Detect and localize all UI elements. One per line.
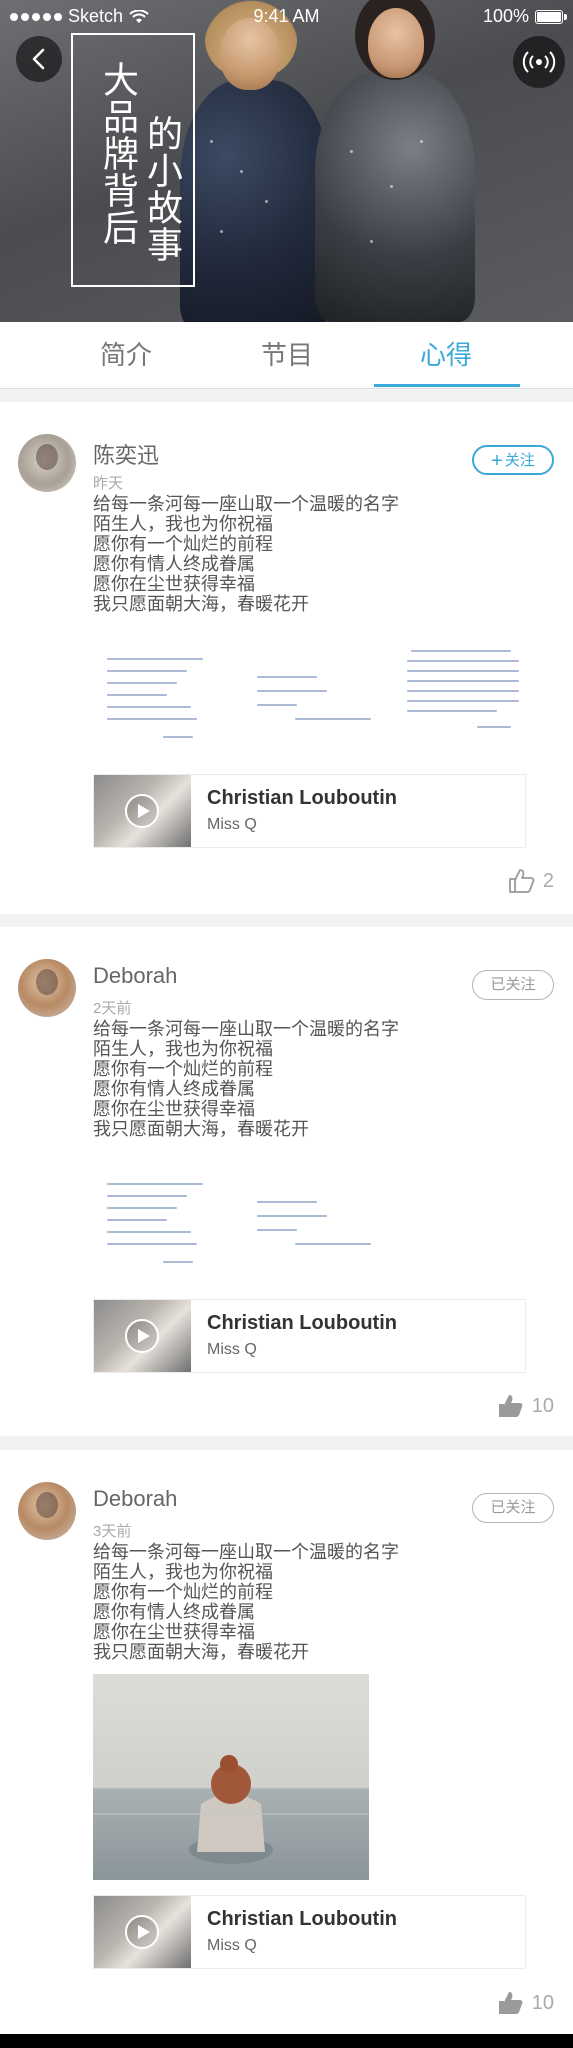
post-text-line: 愿你有一个灿烂的前程 <box>93 1582 273 1602</box>
post-text-line: 我只愿面朝大海，春暖花开 <box>93 1119 309 1139</box>
hero-title-line-2: 的小故事 <box>141 115 182 263</box>
post-photo[interactable] <box>93 1674 369 1880</box>
post-text-line: 给每一条河每一座山取一个温暖的名字 <box>93 494 399 514</box>
like-button[interactable]: 2 <box>507 868 554 894</box>
post-text-line: 陌生人，我也为你祝福 <box>93 514 273 534</box>
media-subtitle: Miss Q <box>207 816 257 833</box>
battery-group: 100% <box>482 6 567 27</box>
post-text-line: 陌生人，我也为你祝福 <box>93 1562 273 1582</box>
bottom-edge-bar <box>0 2034 573 2048</box>
like-button[interactable]: 10 <box>496 1990 554 2016</box>
follow-button[interactable]: + 关注 <box>472 445 554 475</box>
tab-intro[interactable]: 简介 <box>51 322 201 388</box>
hero-title-line-1: 大品牌背后 <box>97 61 138 246</box>
plus-icon: + <box>491 450 503 472</box>
hero-title-box: 大品牌背后 的小故事 <box>71 33 195 287</box>
like-count: 10 <box>531 1991 554 2014</box>
media-thumbnail <box>94 1300 191 1372</box>
hero-photo-model-left <box>180 80 330 322</box>
thumbs-up-filled-icon <box>498 1992 523 2014</box>
media-card[interactable]: Christian Louboutin Miss Q <box>93 1299 526 1373</box>
battery-icon <box>535 9 567 24</box>
play-icon[interactable] <box>124 1318 160 1354</box>
post-text-line: 愿你有情人终成眷属 <box>93 554 255 574</box>
play-icon[interactable] <box>124 793 160 829</box>
tab-programs[interactable]: 节目 <box>212 322 362 388</box>
thumbs-up-outline-icon <box>508 869 535 893</box>
battery-percent: 100% <box>482 6 529 26</box>
media-thumbnail <box>94 775 191 847</box>
post-text-line: 给每一条河每一座山取一个温暖的名字 <box>93 1542 399 1562</box>
media-title: Christian Louboutin <box>207 1908 397 1930</box>
post-text: 给每一条河每一座山取一个温暖的名字 陌生人，我也为你祝福 愿你有一个灿烂的前程 … <box>93 1019 399 1139</box>
post-text-line: 愿你有情人终成眷属 <box>93 1079 255 1099</box>
handwritten-note-image[interactable] <box>93 642 233 754</box>
handwritten-note-image[interactable] <box>245 1167 385 1279</box>
post-card: Deborah 3天前 已关注 给每一条河每一座山取一个温暖的名字 陌生人，我也… <box>0 1450 573 2034</box>
post-text: 给每一条河每一座山取一个温暖的名字 陌生人，我也为你祝福 愿你有一个灿烂的前程 … <box>93 1542 399 1662</box>
thumbs-up-filled-icon <box>498 1395 523 1417</box>
media-title: Christian Louboutin <box>207 1312 397 1334</box>
follow-label: 已关注 <box>490 1499 536 1516</box>
post-time: 昨天 <box>93 475 124 492</box>
media-thumbnail <box>94 1896 191 1968</box>
hero-photo-model-right <box>315 72 475 322</box>
tab-reviews[interactable]: 心得 <box>371 322 521 388</box>
like-count: 2 <box>542 869 554 892</box>
like-count: 10 <box>531 1394 554 1417</box>
post-text-line: 我只愿面朝大海，春暖花开 <box>93 1642 309 1662</box>
handwritten-note-image[interactable] <box>93 1167 233 1279</box>
play-icon[interactable] <box>124 1914 160 1950</box>
status-bar: Sketch 9:41 AM 100% <box>0 0 573 34</box>
post-text-line: 陌生人，我也为你祝福 <box>93 1039 273 1059</box>
handwritten-note-image[interactable] <box>397 642 527 754</box>
hero-banner: Sketch 9:41 AM 100% 大品牌背后 的小故事 <box>0 0 573 322</box>
chevron-left-icon <box>32 48 45 70</box>
media-title: Christian Louboutin <box>207 787 397 809</box>
follow-label: 已关注 <box>490 976 536 993</box>
post-text-line: 给每一条河每一座山取一个温暖的名字 <box>93 1019 399 1039</box>
author-name[interactable]: Deborah <box>93 963 177 989</box>
post-text-line: 愿你有情人终成眷属 <box>93 1602 255 1622</box>
follow-label: 关注 <box>504 452 535 469</box>
tab-active-indicator <box>374 384 520 387</box>
post-text-line: 我只愿面朝大海，春暖花开 <box>93 594 309 614</box>
media-subtitle: Miss Q <box>207 1341 257 1358</box>
post-card: 陈奕迅 昨天 + 关注 给每一条河每一座山取一个温暖的名字 陌生人，我也为你祝福 … <box>0 402 573 914</box>
handwritten-note-image[interactable] <box>245 642 385 754</box>
post-text-line: 愿你在尘世获得幸福 <box>93 1099 255 1119</box>
avatar[interactable] <box>18 959 76 1017</box>
like-button[interactable]: 10 <box>496 1393 554 1419</box>
post-card: Deborah 2天前 已关注 给每一条河每一座山取一个温暖的名字 陌生人，我也… <box>0 927 573 1436</box>
post-text-line: 愿你在尘世获得幸福 <box>93 574 255 594</box>
photo-woman-in-sea <box>93 1755 369 1864</box>
back-button[interactable] <box>16 36 62 82</box>
followed-button[interactable]: 已关注 <box>472 970 554 1000</box>
followed-button[interactable]: 已关注 <box>472 1493 554 1523</box>
avatar[interactable] <box>18 434 76 492</box>
post-text: 给每一条河每一座山取一个温暖的名字 陌生人，我也为你祝福 愿你有一个灿烂的前程 … <box>93 494 399 614</box>
media-card[interactable]: Christian Louboutin Miss Q <box>93 1895 526 1969</box>
author-name[interactable]: 陈奕迅 <box>93 438 159 470</box>
post-text-line: 愿你有一个灿烂的前程 <box>93 1059 273 1079</box>
post-text-line: 愿你在尘世获得幸福 <box>93 1622 255 1642</box>
media-subtitle: Miss Q <box>207 1937 257 1954</box>
post-text-line: 愿你有一个灿烂的前程 <box>93 534 273 554</box>
tab-bar: 简介 节目 心得 <box>0 322 573 389</box>
avatar[interactable] <box>18 1482 76 1540</box>
broadcast-icon <box>522 51 556 73</box>
post-time: 3天前 <box>93 1523 132 1540</box>
post-time: 2天前 <box>93 1000 132 1017</box>
media-card[interactable]: Christian Louboutin Miss Q <box>93 774 526 848</box>
broadcast-button[interactable] <box>513 36 565 88</box>
author-name[interactable]: Deborah <box>93 1486 177 1512</box>
